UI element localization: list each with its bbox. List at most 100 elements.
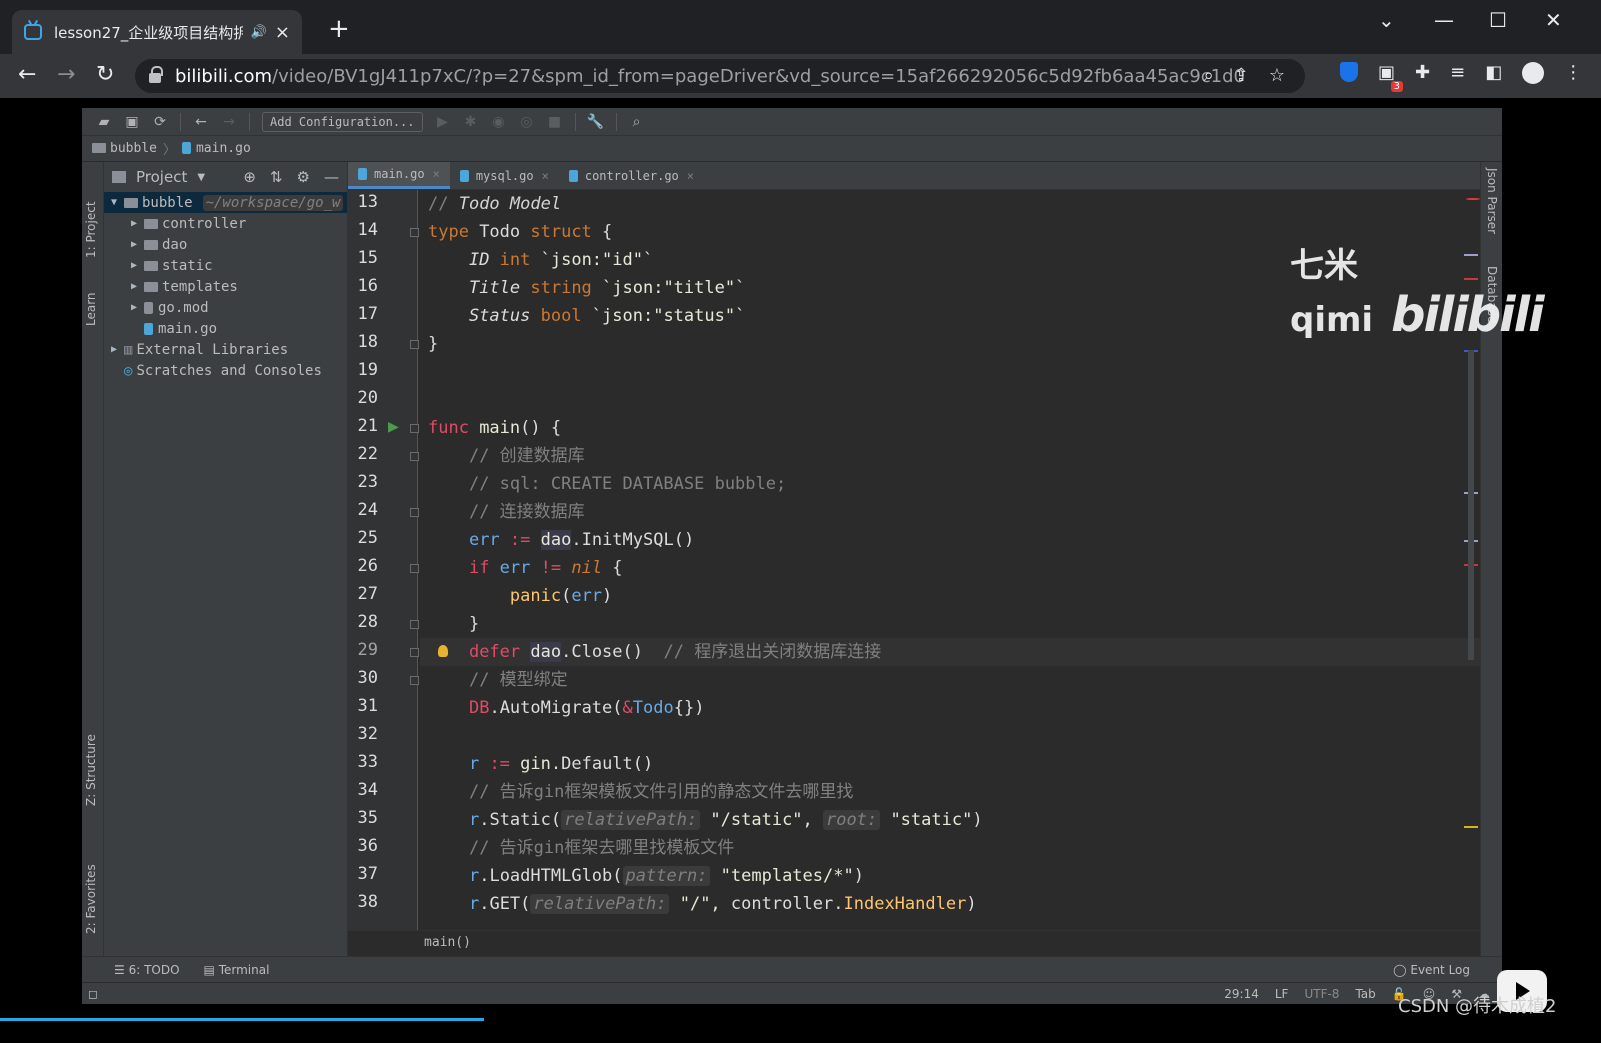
profile-icon[interactable]: ◎	[513, 114, 541, 130]
side-panel-icon[interactable]: ◧	[1485, 62, 1502, 84]
code-line[interactable]: Status bool `json:"status"`	[420, 302, 745, 330]
coverage-icon[interactable]: ◉	[485, 114, 513, 130]
code-line[interactable]: r.GET(relativePath: "/", controller.Inde…	[420, 890, 977, 918]
profile-avatar[interactable]	[1522, 62, 1545, 84]
fold-marker-icon[interactable]	[410, 508, 419, 517]
tree-item[interactable]: ▶ ▥ External Libraries	[104, 339, 347, 360]
tool-windows-toggle-icon[interactable]: ◻	[88, 987, 98, 1001]
structure-tool-button[interactable]: Z: Structure	[84, 734, 98, 806]
event-log-button[interactable]: ◯ Event Log	[1393, 963, 1470, 977]
browser-tab[interactable]: lesson27_企业级项目结构拆 🔊 ×	[12, 10, 302, 54]
back-icon[interactable]: ←	[18, 62, 36, 88]
lock-icon[interactable]	[149, 66, 163, 83]
debug-icon[interactable]: ✱	[457, 114, 485, 130]
bookmark-star-icon[interactable]: ☆	[1269, 65, 1285, 86]
close-tab-icon[interactable]: ×	[687, 169, 694, 183]
expand-arrow-icon[interactable]: ▶	[124, 302, 144, 313]
code-line[interactable]: r.Static(relativePath: "/static", root: …	[420, 806, 983, 834]
code-line[interactable]: Title string `json:"title"`	[420, 274, 745, 302]
code-line[interactable]: r.LoadHTMLGlob(pattern: "templates/*")	[420, 862, 864, 890]
code-line[interactable]: // 告诉gin框架模板文件引用的静态文件去哪里找	[420, 778, 853, 806]
share-icon[interactable]: ⇪	[1234, 65, 1249, 86]
file-encoding[interactable]: UTF-8	[1304, 987, 1339, 1001]
extensions-puzzle-icon[interactable]: ✚	[1415, 62, 1430, 84]
close-tab-icon[interactable]: ×	[433, 167, 440, 181]
menu-kebab-icon[interactable]: ⋮	[1564, 62, 1582, 84]
learn-tool-button[interactable]: Learn	[84, 292, 98, 326]
expand-arrow-icon[interactable]: ▶	[124, 260, 144, 271]
close-window-icon[interactable]: ✕	[1545, 8, 1562, 32]
media-control-icon[interactable]: ≡	[1450, 62, 1465, 84]
code-line[interactable]: // sql: CREATE DATABASE bubble;	[420, 470, 786, 498]
nav-back-icon[interactable]: ←	[187, 114, 215, 130]
sync-icon[interactable]: ⟳	[146, 114, 174, 130]
forward-icon[interactable]: →	[57, 62, 75, 88]
collapse-all-icon[interactable]: ⇅	[270, 168, 283, 186]
tab-search-chevron-icon[interactable]: ⌄	[1378, 8, 1395, 32]
address-bar[interactable]: bilibili.com/video/BV1gJ411p7xC/?p=27&sp…	[135, 59, 1305, 93]
tab-controller-go[interactable]: controller.go ×	[559, 162, 704, 189]
editor-gutter[interactable]: 13 14 15 16 17 18 19 20 21 ▶ 22 23 24 25 26 27 28 29 30 31 3…	[348, 190, 419, 930]
close-tab-icon[interactable]: ×	[275, 22, 290, 43]
fold-marker-icon[interactable]	[410, 676, 419, 685]
code-line[interactable]: if err != nil {	[420, 554, 623, 582]
expand-arrow-icon[interactable]: ▶	[124, 218, 144, 229]
run-gutter-icon[interactable]: ▶	[388, 419, 399, 435]
locate-icon[interactable]: ⊕	[243, 168, 256, 186]
video-progress-bar[interactable]	[0, 1018, 484, 1021]
zoom-icon[interactable]: ⌕	[1204, 65, 1214, 86]
line-separator[interactable]: LF	[1275, 987, 1289, 1001]
expand-arrow-icon[interactable]: ▶	[104, 344, 124, 355]
fold-marker-icon[interactable]	[410, 424, 419, 433]
code-line[interactable]	[420, 722, 428, 750]
reload-icon[interactable]: ↻	[96, 62, 114, 88]
json-parser-tool-button[interactable]: Json Parser	[1485, 168, 1499, 234]
indent-setting[interactable]: Tab	[1355, 987, 1375, 1001]
code-line[interactable]: // Todo Model	[420, 190, 561, 218]
favorites-tool-button[interactable]: 2: Favorites	[84, 864, 98, 934]
code-breadcrumb[interactable]: main()	[348, 930, 1480, 956]
fold-marker-icon[interactable]	[410, 564, 419, 573]
gear-icon[interactable]: ⚙	[297, 168, 310, 186]
code-line[interactable]: ID int `json:"id"`	[420, 246, 653, 274]
fold-marker-icon[interactable]	[410, 648, 419, 657]
editor-scrollbar[interactable]	[1468, 350, 1474, 660]
extension-badge-icon[interactable]: ▣ 3	[1378, 62, 1404, 92]
expand-arrow-icon[interactable]: ▶	[124, 281, 144, 292]
todo-tool-button[interactable]: ☰ 6: TODO	[114, 963, 180, 977]
breadcrumb-item[interactable]: main.go	[181, 141, 251, 156]
video-player[interactable]: ▰ ▣ ⟳ ← → Add Configuration... ▶ ✱ ◉ ◎ ■…	[0, 98, 1601, 1043]
tree-item[interactable]: main.go	[104, 318, 347, 339]
add-configuration-button[interactable]: Add Configuration...	[262, 111, 423, 132]
code-line[interactable]: panic(err)	[420, 582, 612, 610]
close-tab-icon[interactable]: ×	[542, 169, 549, 183]
code-line[interactable]: err := dao.InitMySQL()	[420, 526, 694, 554]
code-line[interactable]: }	[420, 610, 479, 638]
extension-shield-icon[interactable]	[1340, 62, 1358, 82]
hide-icon[interactable]: —	[324, 168, 339, 186]
save-icon[interactable]: ▣	[118, 114, 146, 130]
wrench-icon[interactable]: 🔧	[582, 114, 610, 130]
project-panel-title[interactable]: Project	[136, 168, 187, 186]
stripe-mark[interactable]	[1464, 826, 1478, 828]
tree-item[interactable]: ◎ Scratches and Consoles	[104, 360, 347, 381]
tab-mysql-go[interactable]: mysql.go ×	[450, 162, 559, 189]
run-icon[interactable]: ▶	[429, 114, 457, 130]
code-line[interactable]: // 告诉gin框架去哪里找模板文件	[420, 834, 734, 862]
new-tab-button[interactable]: +	[328, 16, 350, 42]
nav-forward-icon[interactable]: →	[215, 114, 243, 130]
project-tool-button[interactable]: 1: Project	[84, 201, 98, 258]
code-line[interactable]	[420, 386, 428, 414]
fold-marker-icon[interactable]	[410, 340, 419, 349]
terminal-tool-button[interactable]: ▤ Terminal	[204, 963, 270, 977]
code-line[interactable]: // 模型绑定	[420, 666, 568, 694]
code-line[interactable]: }	[420, 330, 438, 358]
code-line[interactable]: defer dao.Close() // 程序退出关闭数据库连接	[420, 638, 1480, 666]
error-indicator-icon[interactable]	[1466, 198, 1480, 200]
intention-bulb-icon[interactable]	[438, 645, 448, 657]
caret-position[interactable]: 29:14	[1224, 987, 1259, 1001]
tree-item[interactable]: ▼ bubble ~/workspace/go_w	[104, 192, 347, 213]
code-line[interactable]: // 创建数据库	[420, 442, 585, 470]
code-line[interactable]: r := gin.Default()	[420, 750, 653, 778]
expand-arrow-icon[interactable]: ▶	[124, 239, 144, 250]
